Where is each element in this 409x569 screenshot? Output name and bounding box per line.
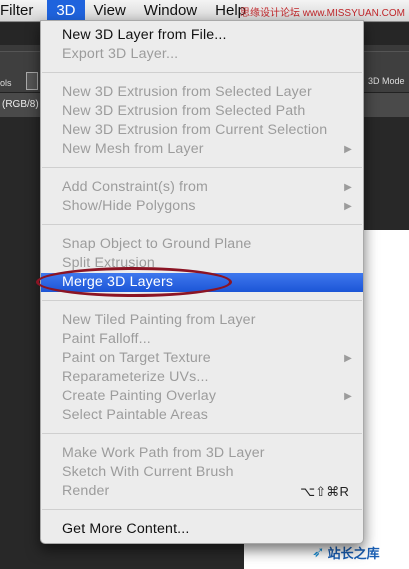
menu-item-new-3d-layer-from-file[interactable]: New 3D Layer from File... <box>41 26 363 45</box>
menu-item-label: Select Paintable Areas <box>62 407 209 423</box>
watermark-top: 思缘设计论坛 www.MISSYUAN.COM <box>239 8 405 19</box>
menu-item-paint-on-target-texture[interactable]: Paint on Target Texture ▶ <box>41 349 363 368</box>
menu-separator <box>42 509 362 510</box>
tools-label: ols <box>0 78 12 88</box>
menu-item-export-3d-layer[interactable]: Export 3D Layer... <box>41 45 363 64</box>
menu-item-extrusion-selected-path[interactable]: New 3D Extrusion from Selected Path <box>41 102 363 121</box>
menu-separator <box>42 72 362 73</box>
render-shortcut: ⌥⇧⌘R <box>300 484 349 499</box>
menu-separator <box>42 167 362 168</box>
menu-item-label: Render <box>62 483 110 499</box>
menu-item-label: New 3D Extrusion from Selected Path <box>62 103 306 119</box>
menu-item-label: New Mesh from Layer <box>62 141 204 157</box>
menu-item-create-painting-overlay[interactable]: Create Painting Overlay ▶ <box>41 387 363 406</box>
menu-separator <box>42 433 362 434</box>
menu-item-label: Snap Object to Ground Plane <box>62 236 252 252</box>
submenu-arrow-icon: ▶ <box>344 353 352 364</box>
submenu-arrow-icon: ▶ <box>344 144 352 155</box>
menu-item-render[interactable]: Render ⌥⇧⌘R <box>41 482 363 501</box>
menubar-filter[interactable]: Filter <box>0 0 47 22</box>
menu-item-make-work-path[interactable]: Make Work Path from 3D Layer <box>41 444 363 463</box>
submenu-arrow-icon: ▶ <box>344 201 352 212</box>
menu-separator <box>42 300 362 301</box>
tool-preset-button[interactable] <box>26 72 38 90</box>
menu-item-label: Reparameterize UVs... <box>62 369 209 385</box>
menu-item-label: Paint Falloff... <box>62 331 151 347</box>
submenu-arrow-icon: ▶ <box>344 182 352 193</box>
menu-item-reparameterize-uvs[interactable]: Reparameterize UVs... <box>41 368 363 387</box>
document-tab-label: (RGB/8) <box>2 99 39 110</box>
menu-item-new-mesh-from-layer[interactable]: New Mesh from Layer ▶ <box>41 140 363 159</box>
menu-item-select-paintable-areas[interactable]: Select Paintable Areas <box>41 406 363 425</box>
menu-separator <box>42 224 362 225</box>
menu-item-snap-to-ground-plane[interactable]: Snap Object to Ground Plane <box>41 235 363 254</box>
menu-item-label: New 3D Extrusion from Selected Layer <box>62 84 312 100</box>
menu-item-label: Get More Content... <box>62 521 190 537</box>
menubar-3d[interactable]: 3D <box>47 0 85 22</box>
menu-item-label: Show/Hide Polygons <box>62 198 196 214</box>
bird-icon: ➶ <box>312 544 325 561</box>
3d-mode-label[interactable]: 3D Mode <box>368 76 405 86</box>
watermark-logo: ➶ 站长之库 <box>312 541 406 563</box>
menu-item-extrusion-selected-layer[interactable]: New 3D Extrusion from Selected Layer <box>41 83 363 102</box>
menu-item-label: Create Painting Overlay <box>62 388 217 404</box>
menu-item-extrusion-current-selection[interactable]: New 3D Extrusion from Current Selection <box>41 121 363 140</box>
watermark-text: 站长之库 <box>327 545 380 561</box>
menu-item-paint-falloff[interactable]: Paint Falloff... <box>41 330 363 349</box>
menubar-window[interactable]: Window <box>135 0 206 22</box>
menu-item-label: Make Work Path from 3D Layer <box>62 445 265 461</box>
menu-item-label: New 3D Extrusion from Current Selection <box>62 122 328 138</box>
menu-item-label: Add Constraint(s) from <box>62 179 209 195</box>
menu-item-new-tiled-painting[interactable]: New Tiled Painting from Layer <box>41 311 363 330</box>
menu-item-label: Export 3D Layer... <box>62 46 179 62</box>
menu-item-add-constraints[interactable]: Add Constraint(s) from ▶ <box>41 178 363 197</box>
menu-item-label: Sketch With Current Brush <box>62 464 234 480</box>
menubar-view[interactable]: View <box>85 0 135 22</box>
menu-item-label: Paint on Target Texture <box>62 350 211 366</box>
menu-item-sketch-with-current-brush[interactable]: Sketch With Current Brush <box>41 463 363 482</box>
highlight-annotation-circle <box>36 267 232 297</box>
menu-item-show-hide-polygons[interactable]: Show/Hide Polygons ▶ <box>41 197 363 216</box>
menu-item-label: New 3D Layer from File... <box>62 27 227 43</box>
menu-item-get-more-content[interactable]: Get More Content... <box>41 520 363 539</box>
submenu-arrow-icon: ▶ <box>344 391 352 402</box>
menu-item-label: New Tiled Painting from Layer <box>62 312 256 328</box>
